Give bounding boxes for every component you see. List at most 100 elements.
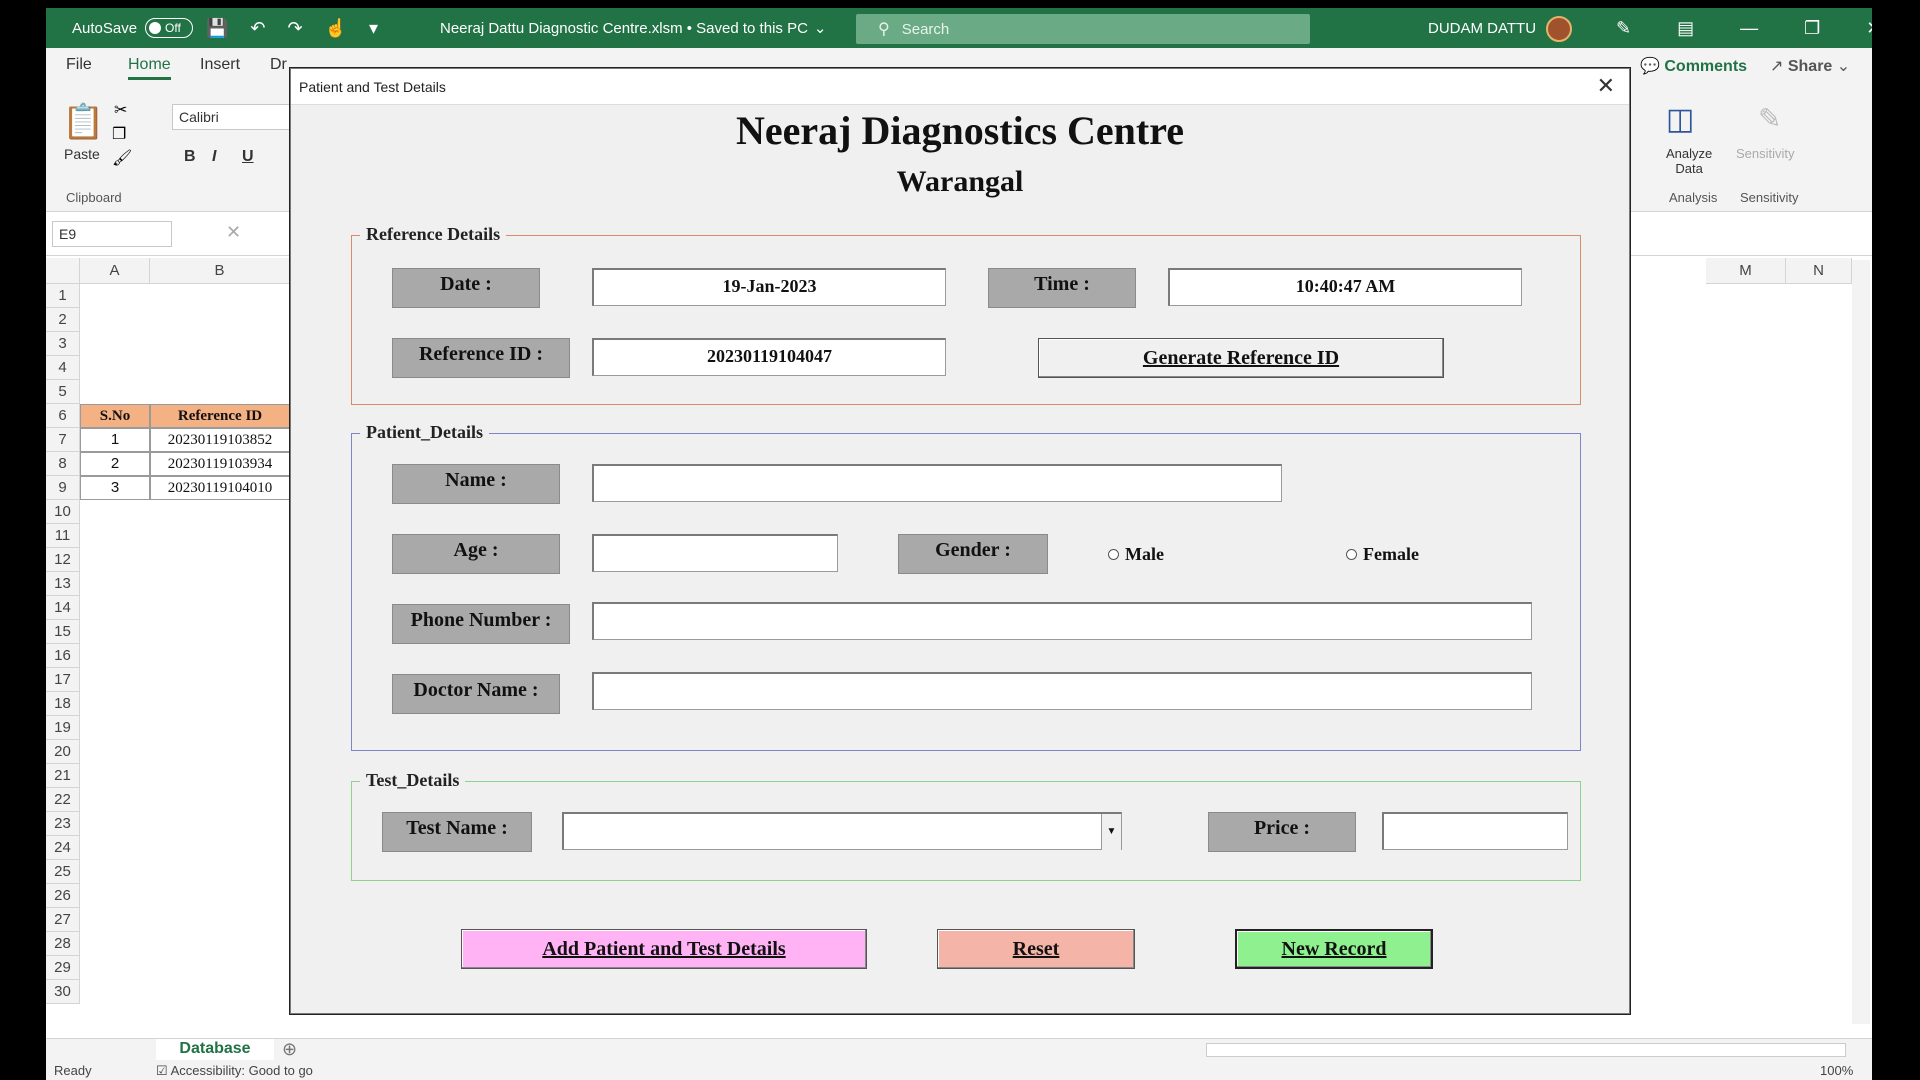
table-header-cell[interactable]: Reference ID	[150, 404, 290, 428]
reference-id-field[interactable]: 20230119104047	[592, 338, 946, 376]
comments-button[interactable]: 💬 Comments	[1640, 56, 1747, 76]
accessibility-status[interactable]: ☑ Accessibility: Good to go	[156, 1063, 313, 1079]
autosave-toggle[interactable]: Off	[145, 18, 194, 38]
tab-draw[interactable]: Dr	[270, 56, 287, 74]
test-name-dropdown[interactable]: ▼	[562, 812, 1122, 850]
row-header[interactable]: 14	[46, 596, 80, 620]
row-header[interactable]: 3	[46, 332, 80, 356]
row-header[interactable]: 16	[46, 644, 80, 668]
horizontal-scrollbar[interactable]	[1206, 1043, 1846, 1057]
generate-reference-id-button[interactable]: Generate Reference ID	[1038, 338, 1444, 378]
sensitivity-icon[interactable]: ✎	[1758, 102, 1781, 135]
add-patient-button[interactable]: Add Patient and Test Details	[461, 929, 867, 969]
row-header[interactable]: 4	[46, 356, 80, 380]
price-field[interactable]	[1382, 812, 1568, 850]
tab-file[interactable]: File	[66, 56, 92, 74]
row-header[interactable]: 8	[46, 452, 80, 476]
row-header[interactable]: 10	[46, 500, 80, 524]
file-title[interactable]: Neeraj Dattu Diagnostic Centre.xlsm • Sa…	[440, 8, 826, 48]
column-header-a[interactable]: A	[80, 258, 150, 284]
vertical-scrollbar[interactable]	[1852, 260, 1870, 1024]
row-header[interactable]: 2	[46, 308, 80, 332]
row-header[interactable]: 7	[46, 428, 80, 452]
customize-qat-icon[interactable]: ▾	[369, 18, 378, 39]
row-header[interactable]: 27	[46, 908, 80, 932]
tab-home[interactable]: Home	[128, 56, 171, 80]
format-painter-icon[interactable]: 🖌	[112, 148, 132, 168]
table-cell[interactable]: 20230119103852	[150, 428, 290, 452]
avatar[interactable]	[1546, 16, 1572, 42]
row-header[interactable]: 23	[46, 812, 80, 836]
sensitivity-label[interactable]: Sensitivity	[1736, 146, 1795, 161]
undo-icon[interactable]: ↶	[250, 18, 265, 39]
row-header[interactable]: 29	[46, 956, 80, 980]
font-name-box[interactable]: Calibri	[172, 104, 292, 130]
share-button[interactable]: ↗ Share ⌄	[1770, 56, 1850, 76]
row-header[interactable]: 13	[46, 572, 80, 596]
row-header[interactable]: 28	[46, 932, 80, 956]
table-cell[interactable]: 20230119104010	[150, 476, 290, 500]
table-cell[interactable]: 1	[80, 428, 150, 452]
pen-icon[interactable]: ✎	[1616, 18, 1631, 39]
doctor-name-field[interactable]	[592, 672, 1532, 710]
select-all-corner[interactable]	[46, 258, 80, 284]
gender-female-radio[interactable]: Female	[1346, 544, 1419, 565]
row-header[interactable]: 19	[46, 716, 80, 740]
table-cell[interactable]: 2	[80, 452, 150, 476]
row-header[interactable]: 30	[46, 980, 80, 1004]
user-name[interactable]: DUDAM DATTU	[1428, 8, 1536, 48]
redo-icon[interactable]: ↷	[288, 18, 303, 39]
cancel-icon[interactable]: ✕	[226, 222, 241, 243]
italic-button[interactable]: I	[212, 148, 216, 166]
cut-icon[interactable]: ✂	[114, 100, 127, 120]
tab-insert[interactable]: Insert	[200, 56, 240, 74]
row-header[interactable]: 5	[46, 380, 80, 404]
reset-button[interactable]: Reset	[937, 929, 1135, 969]
autosave[interactable]: AutoSave Off	[72, 8, 194, 48]
close-window-icon[interactable]: ✕	[1866, 18, 1872, 39]
zoom-level[interactable]: 100%	[1820, 1063, 1853, 1078]
row-header[interactable]: 12	[46, 548, 80, 572]
row-header[interactable]: 26	[46, 884, 80, 908]
row-header[interactable]: 21	[46, 764, 80, 788]
column-header-b[interactable]: B	[150, 258, 290, 284]
minimize-icon[interactable]: —	[1740, 18, 1758, 39]
copy-icon[interactable]: ❐	[112, 124, 126, 144]
table-header-cell[interactable]: S.No	[80, 404, 150, 428]
row-header[interactable]: 17	[46, 668, 80, 692]
row-header[interactable]: 18	[46, 692, 80, 716]
ribbon-display-icon[interactable]: ▤	[1677, 18, 1694, 39]
underline-button[interactable]: U	[242, 148, 254, 166]
row-header[interactable]: 1	[46, 284, 80, 308]
time-field[interactable]: 10:40:47 AM	[1168, 268, 1522, 306]
row-header[interactable]: 11	[46, 524, 80, 548]
name-box[interactable]: E9	[52, 221, 172, 247]
analyze-data-icon[interactable]: ◫	[1666, 102, 1694, 137]
row-header[interactable]: 6	[46, 404, 80, 428]
paste-label[interactable]: Paste	[64, 146, 100, 162]
age-field[interactable]	[592, 534, 838, 572]
gender-male-radio[interactable]: Male	[1108, 544, 1164, 565]
date-field[interactable]: 19-Jan-2023	[592, 268, 946, 306]
add-sheet-icon[interactable]: ⊕	[282, 1039, 297, 1060]
dialog-close-icon[interactable]: ✕	[1597, 73, 1615, 99]
column-header-m[interactable]: M	[1706, 258, 1786, 284]
new-record-button[interactable]: New Record	[1235, 929, 1433, 969]
save-icon[interactable]: 💾	[206, 18, 228, 39]
search-box[interactable]: ⚲ Search	[856, 14, 1310, 44]
table-cell[interactable]: 20230119103934	[150, 452, 290, 476]
paste-icon[interactable]: 📋	[62, 102, 104, 142]
row-header[interactable]: 20	[46, 740, 80, 764]
column-header-n[interactable]: N	[1786, 258, 1852, 284]
bold-button[interactable]: B	[184, 148, 196, 166]
touch-mode-icon[interactable]: ☝	[325, 18, 347, 39]
name-field[interactable]	[592, 464, 1282, 502]
row-header[interactable]: 24	[46, 836, 80, 860]
row-header[interactable]: 9	[46, 476, 80, 500]
row-header[interactable]: 22	[46, 788, 80, 812]
table-cell[interactable]: 3	[80, 476, 150, 500]
row-header[interactable]: 15	[46, 620, 80, 644]
phone-number-field[interactable]	[592, 602, 1532, 640]
chevron-down-icon[interactable]: ▼	[1101, 814, 1121, 850]
row-header[interactable]: 25	[46, 860, 80, 884]
